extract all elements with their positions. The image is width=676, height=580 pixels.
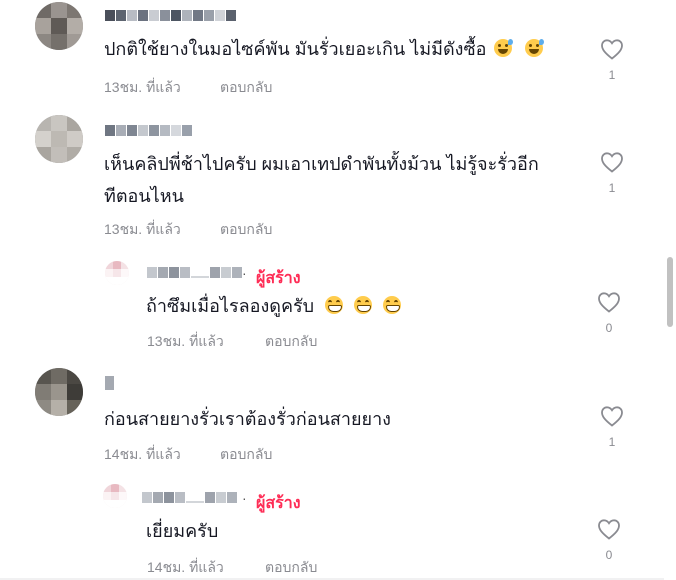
grinning-emoji <box>383 296 402 314</box>
reply-item: · ผู้สร้าง ถ้าซึมเมื่อไรลองดูครับ 13ชม. … <box>0 255 664 360</box>
like-button[interactable]: 1 <box>597 38 627 82</box>
avatar[interactable] <box>35 368 83 416</box>
grinning-emoji <box>325 296 344 314</box>
creator-badge: ผู้สร้าง <box>256 270 301 287</box>
grinning-sweat-emoji <box>493 39 513 57</box>
reply-item: · ผู้สร้าง เยี่ยมครับ 14ชม. ที่แล้ว ตอบก… <box>0 478 664 578</box>
avatar[interactable] <box>35 115 83 163</box>
comment-timestamp: 14ชม. ที่แล้ว <box>147 559 224 575</box>
like-button[interactable]: 0 <box>594 518 624 562</box>
comment-item: ปกติใช้ยางในมอไซค์พัน มันรั่วเยอะเกิน ไม… <box>0 0 664 110</box>
username-blurred[interactable] <box>105 376 115 390</box>
like-button[interactable]: 1 <box>597 405 627 449</box>
heart-outline-icon <box>601 406 623 427</box>
reply-button[interactable]: ตอบกลับ <box>265 557 317 579</box>
like-count: 1 <box>608 435 616 449</box>
comment-text: เห็นคลิปพี่ช้าไปครับ ผมเอาเทปดำพันทั้งม้… <box>104 154 539 206</box>
like-count: 1 <box>608 68 616 82</box>
username-blurred[interactable] <box>105 8 237 22</box>
grinning-sweat-emoji <box>524 39 544 57</box>
comment-text: ก่อนสายยางรั่วเราต้องรั่วก่อนสายยาง <box>104 409 391 429</box>
heart-outline-icon <box>598 292 620 313</box>
comment-timestamp: 13ชม. ที่แล้ว <box>147 333 224 349</box>
comment-text: ปกติใช้ยางในมอไซค์พัน มันรั่วเยอะเกิน ไม… <box>104 36 544 62</box>
creator-badge: ผู้สร้าง <box>256 495 301 512</box>
comment-timestamp: 14ชม. ที่แล้ว <box>104 446 181 462</box>
comment-text: เยี่ยมครับ <box>146 521 219 541</box>
comment-item: เห็นคลิปพี่ช้าไปครับ ผมเอาเทปดำพันทั้งม้… <box>0 110 664 250</box>
scrollbar-thumb[interactable] <box>667 257 673 327</box>
heart-outline-icon <box>601 39 623 60</box>
heart-outline-icon <box>598 519 620 540</box>
comment-timestamp: 13ชม. ที่แล้ว <box>104 221 181 237</box>
reply-button[interactable]: ตอบกลับ <box>220 444 272 466</box>
like-count: 1 <box>608 181 616 195</box>
username-blurred[interactable] <box>147 265 243 279</box>
separator-dot: · <box>242 265 247 281</box>
avatar[interactable] <box>105 261 129 285</box>
heart-outline-icon <box>601 152 623 173</box>
username-blurred[interactable] <box>142 490 238 504</box>
like-count: 0 <box>605 321 613 335</box>
like-button[interactable]: 0 <box>594 291 624 335</box>
reply-button[interactable]: ตอบกลับ <box>220 77 272 99</box>
grinning-emoji <box>354 296 373 314</box>
like-count: 0 <box>605 548 613 562</box>
comment-timestamp: 13ชม. ที่แล้ว <box>104 79 181 95</box>
comment-text: ถ้าซึมเมื่อไรลองดูครับ <box>146 293 402 319</box>
comment-item: ก่อนสายยางรั่วเราต้องรั่วก่อนสายยาง 14ชม… <box>0 360 664 470</box>
username-blurred[interactable] <box>105 123 193 137</box>
avatar[interactable] <box>35 2 83 50</box>
separator-dot: · <box>242 490 247 506</box>
reply-button[interactable]: ตอบกลับ <box>220 219 272 241</box>
scrollbar[interactable] <box>664 0 676 580</box>
reply-button[interactable]: ตอบกลับ <box>265 331 317 353</box>
avatar[interactable] <box>103 484 127 508</box>
like-button[interactable]: 1 <box>597 151 627 195</box>
